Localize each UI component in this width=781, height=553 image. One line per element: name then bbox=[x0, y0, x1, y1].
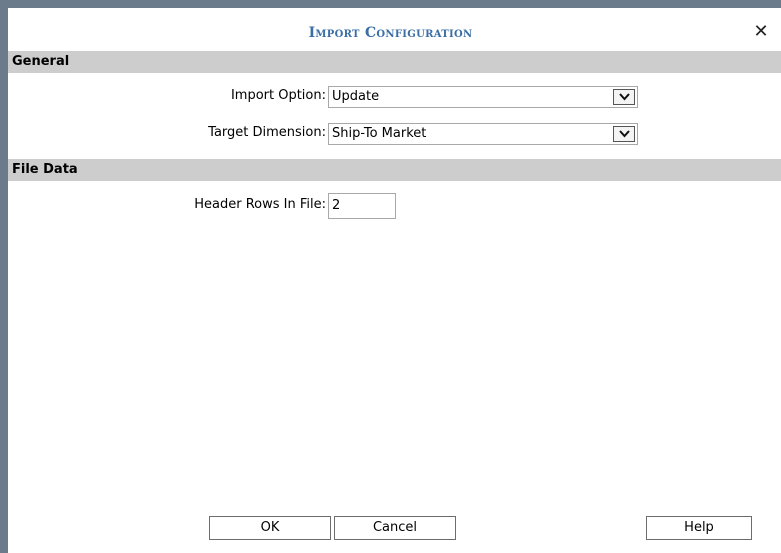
import-option-value: Update bbox=[332, 89, 380, 104]
import-option-label: Import Option: bbox=[230, 88, 326, 103]
window-frame-left bbox=[0, 0, 8, 553]
target-dimension-label: Target Dimension: bbox=[208, 125, 326, 140]
import-option-select[interactable]: Update bbox=[328, 86, 638, 108]
target-dimension-value: Ship-To Market bbox=[332, 126, 427, 141]
chevron-down-icon[interactable] bbox=[613, 89, 635, 105]
chevron-down-icon[interactable] bbox=[613, 126, 635, 142]
ok-button[interactable]: OK bbox=[209, 516, 331, 540]
window-frame-top bbox=[0, 0, 781, 8]
dialog-titlebar: Import Configuration ✕ bbox=[8, 8, 781, 50]
import-configuration-dialog: Import Configuration ✕ General Import Op… bbox=[8, 8, 781, 553]
section-header-file-data: File Data bbox=[8, 159, 781, 181]
header-rows-label: Header Rows In File: bbox=[194, 197, 326, 212]
cancel-button[interactable]: Cancel bbox=[334, 516, 456, 540]
section-header-general: General bbox=[8, 51, 781, 73]
target-dimension-select[interactable]: Ship-To Market bbox=[328, 123, 638, 145]
screen: Import Configuration ✕ General Import Op… bbox=[0, 0, 781, 553]
header-rows-input[interactable]: 2 bbox=[328, 193, 396, 219]
dialog-title: Import Configuration bbox=[308, 25, 473, 41]
help-button[interactable]: Help bbox=[646, 516, 752, 540]
close-icon[interactable]: ✕ bbox=[753, 23, 769, 41]
